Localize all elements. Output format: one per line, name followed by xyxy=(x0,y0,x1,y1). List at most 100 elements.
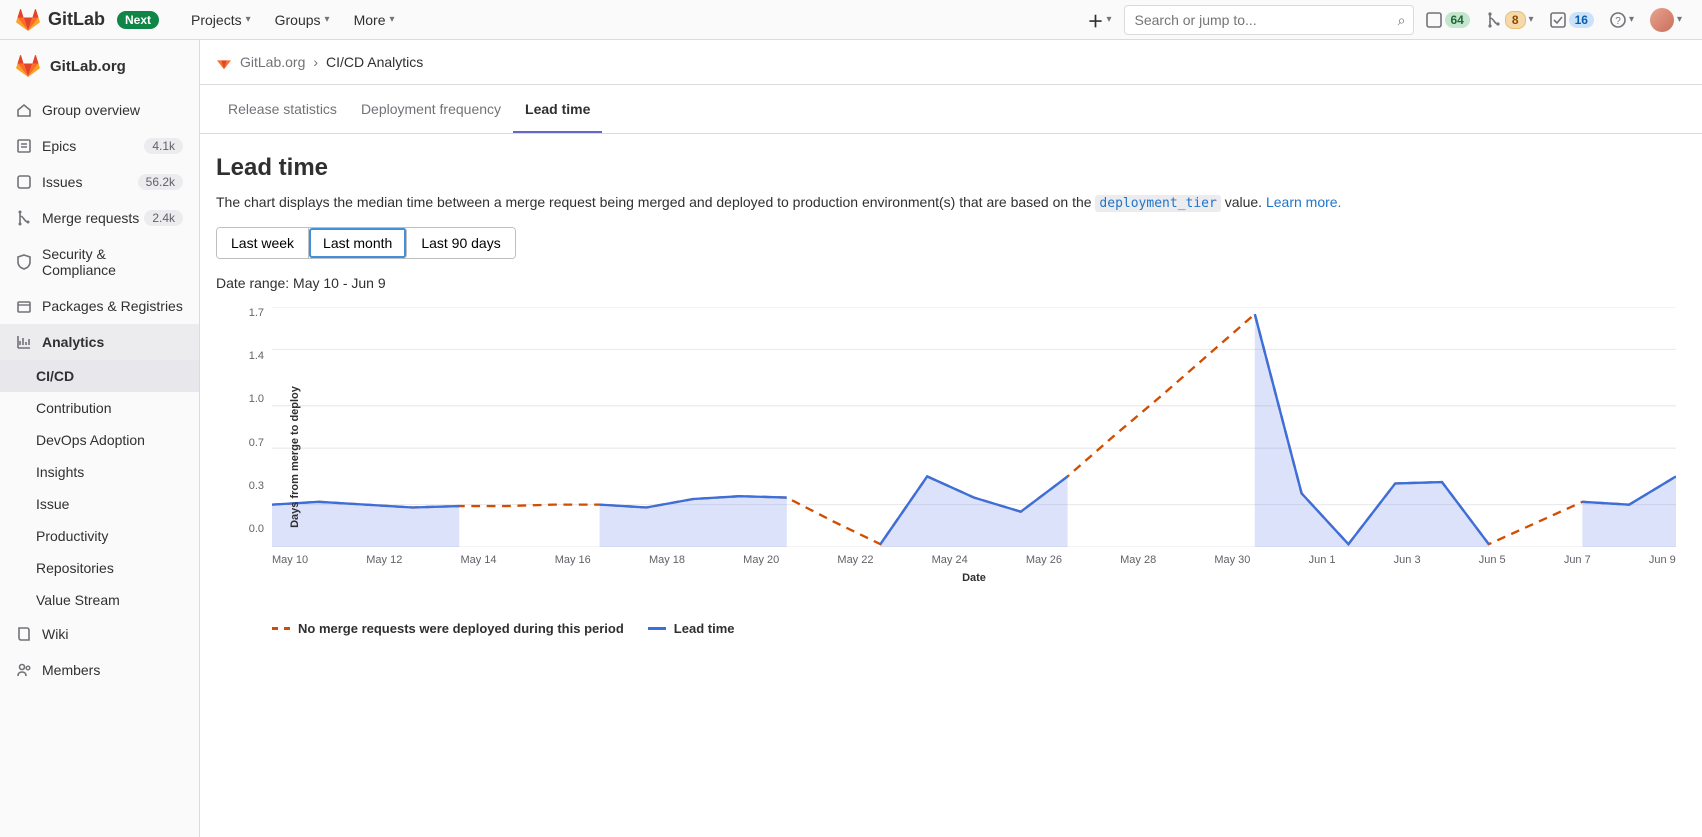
sidebar-project-label: GitLab.org xyxy=(50,58,126,75)
chart-y-label: Days from merge to deploy xyxy=(289,386,301,528)
range-last-week[interactable]: Last week xyxy=(217,228,309,258)
lead-time-chart: Days from merge to deploy 1.71.41.00.70.… xyxy=(272,307,1676,607)
book-icon xyxy=(16,626,32,642)
legend-swatch xyxy=(648,627,666,630)
sidebar-sub-contribution[interactable]: Contribution xyxy=(0,392,199,424)
avatar xyxy=(1650,8,1674,32)
mr-counter[interactable]: 8 ▾ xyxy=(1482,9,1538,31)
help-menu[interactable]: ? ▾ xyxy=(1606,10,1638,30)
top-navbar: GitLab Next Projects▾ Groups▾ More▾ ＋▾ ⌕… xyxy=(0,0,1702,40)
sidebar-sub-repositories[interactable]: Repositories xyxy=(0,552,199,584)
search-icon: ⌕ xyxy=(1398,12,1406,29)
sidebar-item-label: Security & Compliance xyxy=(42,246,183,278)
sidebar-sub-issue[interactable]: Issue xyxy=(0,488,199,520)
sidebar-item-label: Analytics xyxy=(42,334,104,350)
sidebar-item-members[interactable]: Members xyxy=(0,652,199,688)
epic-icon xyxy=(16,138,32,154)
sidebar-sub-value-stream[interactable]: Value Stream xyxy=(0,584,199,616)
sidebar-count: 4.1k xyxy=(144,138,183,154)
sidebar-item-label: Wiki xyxy=(42,626,68,642)
package-icon xyxy=(16,298,32,314)
range-last-90-days[interactable]: Last 90 days xyxy=(407,228,514,258)
nav-projects[interactable]: Projects▾ xyxy=(183,8,259,32)
svg-text:?: ? xyxy=(1615,16,1621,27)
breadcrumb-group[interactable]: GitLab.org xyxy=(240,54,305,70)
breadcrumb: GitLab.org › CI/CD Analytics xyxy=(200,40,1702,85)
sidebar-item-label: Epics xyxy=(42,138,76,154)
question-icon: ? xyxy=(1610,12,1626,28)
merge-icon xyxy=(16,210,32,226)
sidebar-item-group-overview[interactable]: Group overview xyxy=(0,92,199,128)
members-icon xyxy=(16,662,32,678)
date-range-segmented: Last weekLast monthLast 90 days xyxy=(216,227,516,259)
breadcrumb-current: CI/CD Analytics xyxy=(326,54,423,70)
chevron-down-icon: ▾ xyxy=(1106,14,1111,25)
user-menu[interactable]: ▾ xyxy=(1646,6,1686,34)
sidebar-item-label: Packages & Registries xyxy=(42,298,183,314)
sidebar-item-epics[interactable]: Epics 4.1k xyxy=(0,128,199,164)
legend-swatch xyxy=(272,627,290,630)
chart-legend: No merge requests were deployed during t… xyxy=(272,621,1686,636)
tab-lead-time[interactable]: Lead time xyxy=(513,85,602,133)
page-description: The chart displays the median time betwe… xyxy=(216,194,1686,211)
tab-deployment-frequency[interactable]: Deployment frequency xyxy=(349,85,513,133)
date-range-label: Date range: May 10 - Jun 9 xyxy=(216,275,1686,291)
brand-name[interactable]: GitLab xyxy=(48,9,105,30)
next-badge[interactable]: Next xyxy=(117,11,159,29)
chevron-down-icon: ▾ xyxy=(246,14,251,25)
gitlab-logo-icon xyxy=(216,54,232,70)
sidebar-item-merge-requests[interactable]: Merge requests 2.4k xyxy=(0,200,199,236)
sidebar-item-packages-registries[interactable]: Packages & Registries xyxy=(0,288,199,324)
page-title: Lead time xyxy=(216,154,1686,182)
issues-icon xyxy=(1426,12,1442,28)
sidebar-project[interactable]: GitLab.org xyxy=(0,40,199,92)
tab-release-statistics[interactable]: Release statistics xyxy=(216,85,349,133)
issues-counter[interactable]: 64 xyxy=(1422,10,1474,30)
issues-icon xyxy=(16,174,32,190)
chart-x-label: Date xyxy=(272,572,1676,584)
sidebar-sub-insights[interactable]: Insights xyxy=(0,456,199,488)
nav-more[interactable]: More▾ xyxy=(346,8,403,32)
chevron-down-icon: ▾ xyxy=(389,14,394,25)
sidebar-item-label: Members xyxy=(42,662,100,678)
legend-label: Lead time xyxy=(674,621,735,636)
plus-menu[interactable]: ＋▾ xyxy=(1083,6,1115,34)
chevron-down-icon: ▾ xyxy=(1529,14,1534,25)
sidebar-item-label: Issues xyxy=(42,174,82,190)
legend-label: No merge requests were deployed during t… xyxy=(298,621,624,636)
sidebar-item-analytics[interactable]: Analytics xyxy=(0,324,199,360)
chevron-down-icon: ▾ xyxy=(325,14,330,25)
nav-groups[interactable]: Groups▾ xyxy=(267,8,338,32)
code-literal: deployment_tier xyxy=(1095,195,1220,212)
merge-icon xyxy=(1486,12,1502,28)
sidebar-count: 2.4k xyxy=(144,210,183,226)
learn-more-link[interactable]: Learn more. xyxy=(1266,194,1341,210)
sidebar-sub-devops-adoption[interactable]: DevOps Adoption xyxy=(0,424,199,456)
chart-icon xyxy=(16,334,32,350)
shield-icon xyxy=(16,254,32,270)
todos-counter[interactable]: 16 xyxy=(1546,10,1598,30)
plus-icon: ＋ xyxy=(1087,8,1103,32)
home-icon xyxy=(16,102,32,118)
sidebar-count: 56.2k xyxy=(138,174,183,190)
sidebar-item-issues[interactable]: Issues 56.2k xyxy=(0,164,199,200)
sidebar: GitLab.org Group overview Epics 4.1k Issues… xyxy=(0,40,200,837)
legend-item[interactable]: Lead time xyxy=(648,621,735,636)
chevron-down-icon: ▾ xyxy=(1677,14,1682,25)
sidebar-item-label: Merge requests xyxy=(42,210,139,226)
legend-item[interactable]: No merge requests were deployed during t… xyxy=(272,621,624,636)
x-axis-ticks: May 10May 12May 14May 16May 18May 20May … xyxy=(272,554,1676,566)
y-axis-ticks: 1.71.41.00.70.30.0 xyxy=(240,307,264,535)
todo-icon xyxy=(1550,12,1566,28)
search-input[interactable] xyxy=(1124,5,1414,35)
chart-plot-area xyxy=(272,307,1676,547)
main-content: GitLab.org › CI/CD Analytics Release sta… xyxy=(200,40,1702,837)
sidebar-item-security-compliance[interactable]: Security & Compliance xyxy=(0,236,199,288)
breadcrumb-separator: › xyxy=(313,54,318,70)
gitlab-logo-icon xyxy=(16,54,40,78)
sidebar-item-wiki[interactable]: Wiki xyxy=(0,616,199,652)
tabs: Release statisticsDeployment frequencyLe… xyxy=(200,85,1702,134)
range-last-month[interactable]: Last month xyxy=(309,228,407,258)
sidebar-sub-productivity[interactable]: Productivity xyxy=(0,520,199,552)
sidebar-sub-ci-cd[interactable]: CI/CD xyxy=(0,360,199,392)
